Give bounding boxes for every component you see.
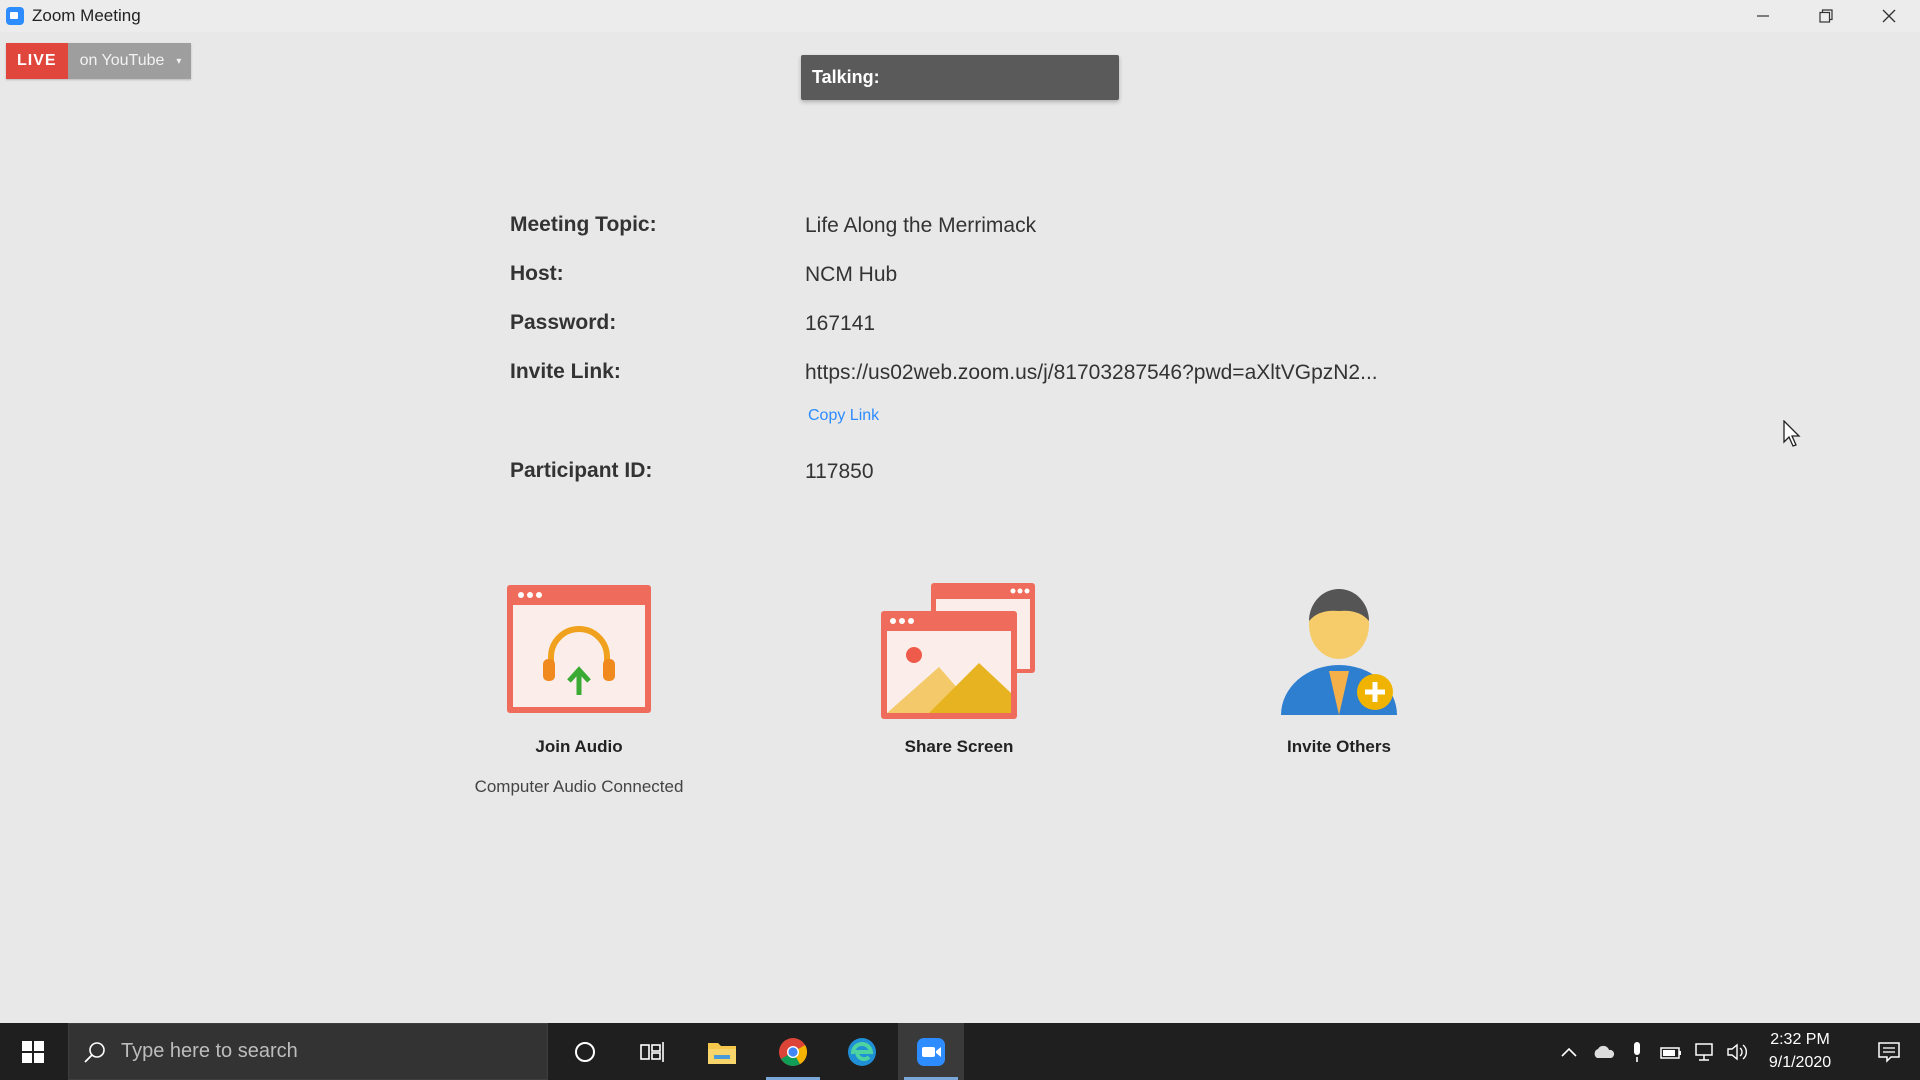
- search-icon: [84, 1041, 105, 1063]
- edge-icon: [848, 1037, 876, 1066]
- invite-link-value: https://us02web.zoom.us/j/81703287546?pw…: [805, 361, 1378, 384]
- title-bar: Zoom Meeting: [0, 0, 1920, 32]
- battery-tray[interactable]: [1655, 1023, 1687, 1080]
- clock-date: 9/1/2020: [1768, 1054, 1832, 1071]
- join-audio-tile[interactable]: Join Audio Computer Audio Connected: [464, 575, 694, 797]
- meeting-topic-value: Life Along the Merrimack: [805, 214, 1037, 237]
- host-value: NCM Hub: [805, 263, 898, 286]
- edge-button[interactable]: [829, 1023, 895, 1080]
- minimize-icon: [1756, 15, 1769, 17]
- notification-icon: [1878, 1041, 1900, 1063]
- invite-person-icon: [1281, 589, 1397, 715]
- microphone-icon: [1634, 1041, 1640, 1062]
- chevron-up-icon: [1561, 1047, 1577, 1057]
- participant-id-label: Participant ID:: [510, 459, 653, 482]
- restore-icon: [1818, 9, 1833, 23]
- invite-others-tile[interactable]: Invite Others: [1224, 575, 1454, 757]
- password-value: 167141: [805, 312, 876, 335]
- invite-link-label: Invite Link:: [510, 360, 621, 383]
- live-streaming-control[interactable]: LIVE on YouTube ▾: [6, 43, 192, 79]
- headphones-upload-icon: [507, 585, 651, 713]
- host-label: Host:: [510, 262, 564, 285]
- join-audio-label: Join Audio: [535, 737, 623, 756]
- microphone-tray[interactable]: [1621, 1023, 1653, 1080]
- copy-link-button[interactable]: Copy Link: [808, 407, 879, 425]
- talking-indicator: Talking:: [801, 55, 1119, 100]
- network-tray[interactable]: [1689, 1023, 1721, 1080]
- cortana-button[interactable]: [552, 1023, 618, 1080]
- windows-taskbar: Type here to search 2:32 PM 9/1/2020: [0, 1023, 1920, 1080]
- battery-icon: [1660, 1046, 1681, 1059]
- live-destination-label: on YouTube: [79, 52, 165, 69]
- chrome-icon: [779, 1037, 807, 1066]
- window-title: Zoom Meeting: [32, 6, 141, 25]
- window-controls: [1731, 0, 1920, 32]
- restore-button[interactable]: [1794, 0, 1857, 32]
- share-screen-icon: [881, 583, 1035, 719]
- action-center-button[interactable]: [1858, 1023, 1920, 1080]
- task-view-icon: [640, 1041, 664, 1062]
- live-destination-dropdown[interactable]: on YouTube ▾: [67, 43, 192, 79]
- cloud-icon: [1594, 1045, 1615, 1058]
- volume-icon: [1727, 1043, 1747, 1060]
- file-explorer-icon: [708, 1042, 736, 1064]
- minimize-button[interactable]: [1731, 0, 1794, 32]
- cortana-icon: [575, 1041, 595, 1062]
- audio-status: Computer Audio Connected: [474, 777, 684, 796]
- zoom-taskbar-button[interactable]: [898, 1023, 964, 1080]
- zoom-icon: [917, 1037, 945, 1066]
- task-view-button[interactable]: [619, 1023, 685, 1080]
- network-icon: [1695, 1042, 1713, 1061]
- search-placeholder: Type here to search: [121, 1040, 298, 1062]
- zoom-app-icon: [6, 7, 24, 25]
- chrome-button[interactable]: [760, 1023, 826, 1080]
- file-explorer-button[interactable]: [689, 1023, 755, 1080]
- start-button[interactable]: [0, 1023, 66, 1080]
- participant-id-value: 117850: [805, 460, 874, 483]
- invite-others-label: Invite Others: [1287, 737, 1391, 756]
- chevron-down-icon: ▾: [176, 55, 182, 67]
- close-icon: [1882, 9, 1895, 23]
- taskbar-clock[interactable]: 2:32 PM 9/1/2020: [1752, 1028, 1848, 1074]
- password-label: Password:: [510, 311, 617, 334]
- volume-tray[interactable]: [1722, 1023, 1754, 1080]
- close-button[interactable]: [1857, 0, 1920, 32]
- share-screen-label: Share Screen: [904, 737, 1014, 756]
- talking-label: Talking:: [812, 67, 880, 87]
- onedrive-tray[interactable]: [1588, 1023, 1620, 1080]
- mouse-pointer-icon: [1783, 420, 1801, 447]
- taskbar-search-box[interactable]: Type here to search: [68, 1023, 548, 1080]
- meeting-topic-label: Meeting Topic:: [510, 213, 657, 236]
- share-screen-tile[interactable]: Share Screen: [844, 575, 1074, 757]
- clock-time: 2:32 PM: [1770, 1031, 1830, 1048]
- zoom-meeting-window: Zoom Meeting LIVE on YouTube ▾ Talking: …: [0, 0, 1920, 1023]
- windows-logo-icon: [22, 1040, 44, 1063]
- show-hidden-icons-button[interactable]: [1553, 1023, 1585, 1080]
- live-badge: LIVE: [6, 43, 68, 79]
